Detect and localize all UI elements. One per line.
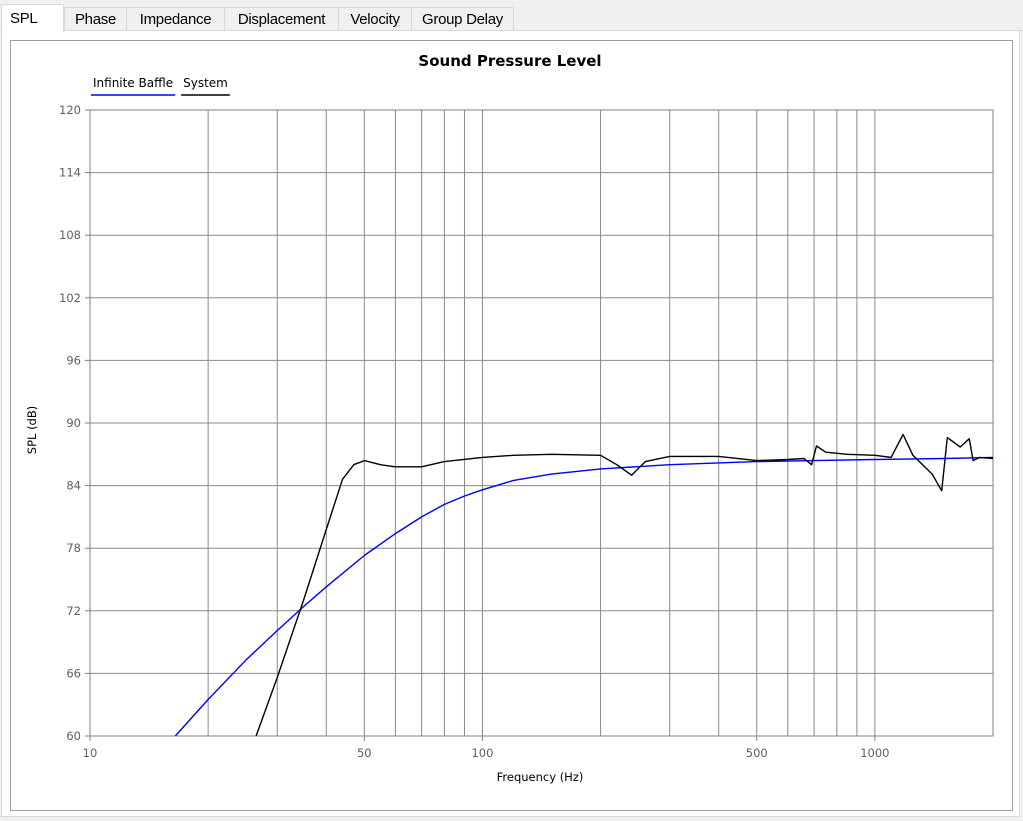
spl-chart: 60 66 72 78 84 90 96 102 108 114 120 10 50 100 500 1000… <box>25 52 994 784</box>
y-tick-label: 120 <box>59 103 81 117</box>
series-system-line <box>255 433 993 736</box>
series-infinite-baffle-line <box>174 456 993 736</box>
y-axis-label: SPL (dB) <box>25 406 39 454</box>
y-tick-label: 84 <box>66 479 81 493</box>
chart-title: Sound Pressure Level <box>418 52 601 70</box>
x-axis-label: Frequency (Hz) <box>497 770 584 784</box>
tab-spl[interactable]: SPL <box>1 4 64 32</box>
grid <box>90 110 993 736</box>
y-tick-label: 90 <box>66 416 81 430</box>
legend-system-label: System <box>183 76 228 90</box>
series-lines <box>174 433 993 736</box>
axis-ticks: 60 66 72 78 84 90 96 102 108 114 120 10 50 100 500 1000 <box>59 103 889 760</box>
y-tick-label: 72 <box>66 604 81 618</box>
x-tick-label: 500 <box>746 746 768 760</box>
x-tick-label: 1000 <box>860 746 889 760</box>
x-tick-label: 100 <box>471 746 493 760</box>
y-tick-label: 114 <box>59 166 81 180</box>
y-tick-label: 78 <box>66 541 81 555</box>
legend-infinite-baffle-label: Infinite Baffle <box>93 76 173 90</box>
y-tick-label: 96 <box>66 353 81 367</box>
x-tick-label: 10 <box>83 746 98 760</box>
y-tick-label: 102 <box>59 291 81 305</box>
y-tick-label: 108 <box>59 228 81 242</box>
legend: Infinite Baffle System <box>91 76 230 96</box>
y-tick-label: 60 <box>66 729 81 743</box>
x-tick-label: 50 <box>357 746 372 760</box>
y-tick-label: 66 <box>66 666 81 680</box>
